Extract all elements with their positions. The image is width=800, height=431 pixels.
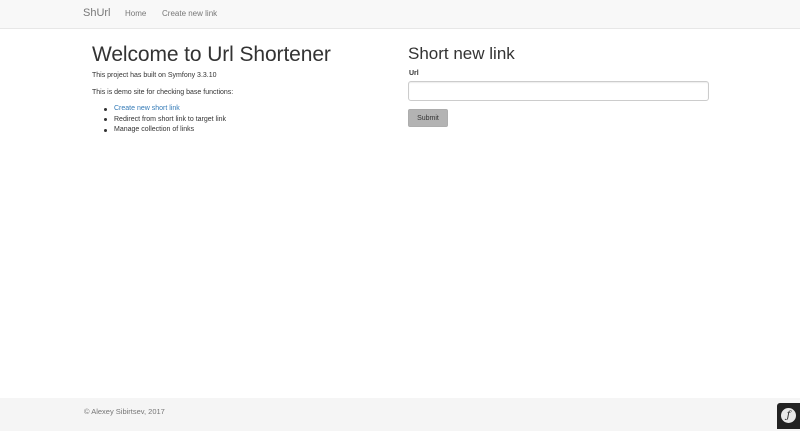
footer: © Alexey Sibirtsev, 2017 ƒ xyxy=(0,398,800,431)
list-item: Redirect from short link to target link xyxy=(104,115,226,126)
url-label: Url xyxy=(409,70,419,77)
nav-link-create-new-link[interactable]: Create new link xyxy=(162,9,217,18)
url-input[interactable] xyxy=(408,81,709,101)
symfony-toolbar-toggle[interactable]: ƒ xyxy=(777,403,800,429)
list-item: Manage collection of links xyxy=(104,125,226,136)
demo-description-text: This is demo site for checking base func… xyxy=(92,89,234,96)
symfony-logo-icon: ƒ xyxy=(781,408,796,423)
nav-link-home[interactable]: Home xyxy=(125,9,146,18)
feature-list: Create new short link Redirect from shor… xyxy=(104,104,226,136)
list-item: Create new short link xyxy=(104,104,226,115)
navbar-brand[interactable]: ShUrl xyxy=(83,7,111,19)
copyright-text: © Alexey Sibirtsev, 2017 xyxy=(84,407,165,416)
form-title: Short new link xyxy=(408,44,515,63)
navbar: ShUrl Home Create new link xyxy=(0,0,800,29)
create-short-link-link[interactable]: Create new short link xyxy=(114,105,180,112)
submit-button[interactable]: Submit xyxy=(408,109,448,127)
page-title: Welcome to Url Shortener xyxy=(92,43,331,66)
built-on-text: This project has built on Symfony 3.3.10 xyxy=(92,72,217,79)
